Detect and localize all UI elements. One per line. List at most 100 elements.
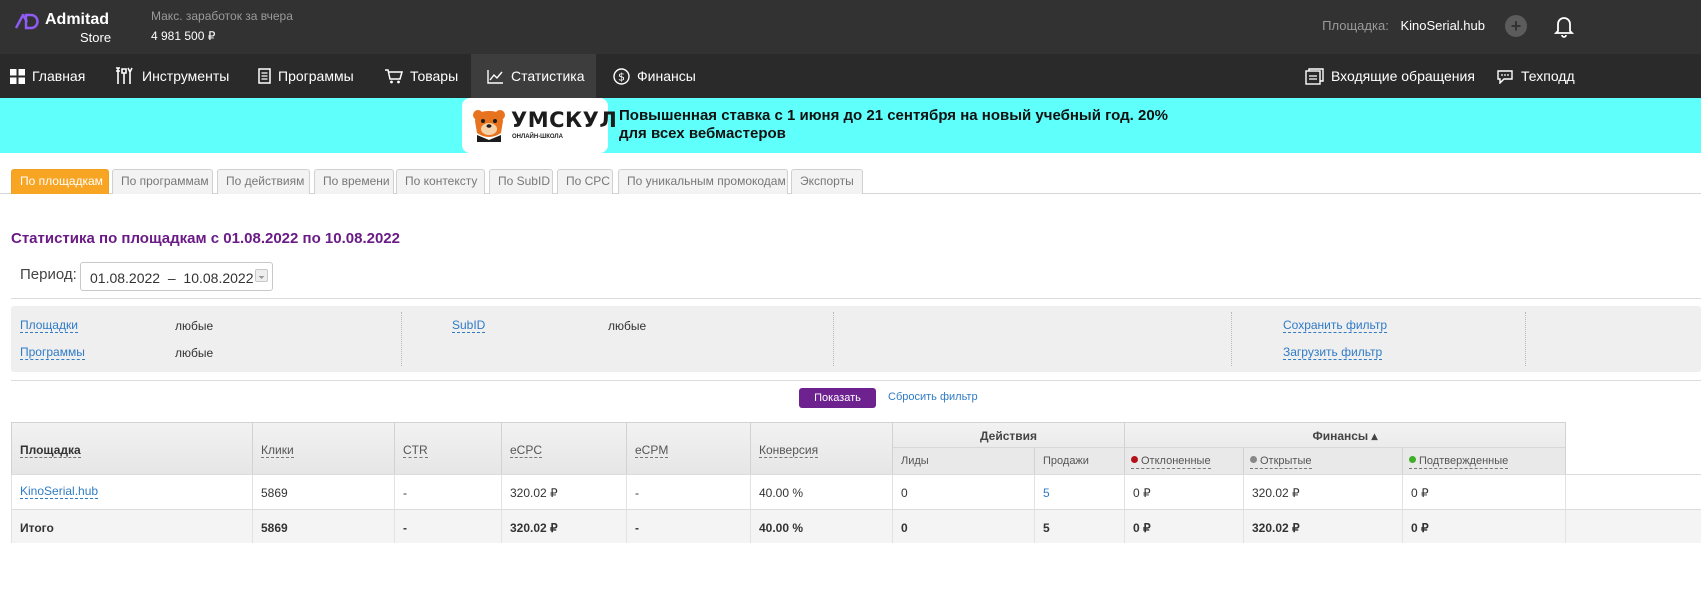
- bell-icon[interactable]: [1554, 14, 1574, 38]
- reset-filter-link[interactable]: Сбросить фильтр: [888, 391, 978, 403]
- cell-value: 40.00 %: [759, 521, 804, 535]
- admitad-logo[interactable]: Admitad Store: [14, 10, 124, 46]
- column-header-label: Продажи: [1043, 455, 1089, 467]
- column-header-conversion[interactable]: Конверсия: [751, 422, 893, 474]
- document-icon: [258, 68, 271, 84]
- cell-ctr: -: [395, 510, 502, 543]
- table-total-row: Итого 5869 - 320.02 ₽ - 40.00 % 0 5 0 ₽ 320.02 ₽ 0…: [11, 509, 1701, 543]
- banner-text: Повышенная ставка с 1 июня до 21 сентябр…: [619, 107, 1179, 143]
- top-bar: Admitad Store Макс. заработок за вчера 4…: [0, 0, 1701, 54]
- svg-text:$: $: [618, 70, 625, 83]
- cell-value: 320.02 ₽: [510, 486, 558, 500]
- tab-0[interactable]: По площадкам: [11, 169, 109, 194]
- stats-table: Площадка Клики CTR eCPC eCPM Конверсия Д…: [11, 422, 1701, 543]
- cell-conversion: 40.00 %: [751, 510, 893, 543]
- add-site-button[interactable]: +: [1505, 15, 1527, 37]
- cell-value: 320.02 ₽: [510, 521, 558, 535]
- column-group-finance[interactable]: Финансы ▴: [1125, 422, 1566, 448]
- nav-item-support[interactable]: Техподд: [1486, 54, 1585, 98]
- filter-sites-link[interactable]: Площадки: [20, 318, 78, 333]
- cell-ecpc: 320.02 ₽: [502, 510, 627, 543]
- cell-ecpc: 320.02 ₽: [502, 475, 627, 509]
- cell-clicks: 5869: [253, 475, 395, 509]
- site-value[interactable]: KinoSerial.hub: [1400, 18, 1485, 33]
- column-header-confirmed[interactable]: Подтвержденные: [1403, 448, 1566, 474]
- cell-value: 5: [1043, 521, 1050, 535]
- period-label: Период:: [20, 266, 77, 283]
- site-selector[interactable]: Площадка: KinoSerial.hub: [1322, 18, 1485, 33]
- status-dot-declined: [1131, 456, 1138, 463]
- save-filter-link[interactable]: Сохранить фильтр: [1283, 318, 1388, 333]
- promo-banner[interactable]: УМСКУЛ ОНЛАЙН-ШКОЛА Повышенная ставка с …: [0, 98, 1701, 153]
- column-header-ctr[interactable]: CTR: [395, 422, 502, 474]
- nav-item-programs[interactable]: Программы: [248, 54, 364, 98]
- cell-value: -: [635, 521, 639, 535]
- tools-icon: [116, 67, 133, 84]
- declined-label: Отклоненные: [1141, 455, 1211, 467]
- cell-sales: 5: [1035, 510, 1125, 543]
- column-header-declined[interactable]: Отклоненные: [1125, 448, 1244, 474]
- nav-item-products[interactable]: Товары: [374, 54, 468, 98]
- sales-link[interactable]: 5: [1043, 486, 1050, 500]
- cell-value: 0 ₽: [1411, 486, 1429, 500]
- load-filter-link[interactable]: Загрузить фильтр: [1283, 345, 1383, 360]
- stats-tabs: По площадкам По программам По действиям По …: [0, 169, 1701, 194]
- tab-5[interactable]: По SubID: [489, 169, 553, 194]
- site-label: Площадка:: [1322, 18, 1389, 33]
- tab-3[interactable]: По времени: [314, 169, 394, 194]
- cell-open: 320.02 ₽: [1244, 510, 1403, 543]
- filter-sites-value: любые: [175, 319, 214, 333]
- column-header-clicks[interactable]: Клики: [253, 422, 395, 474]
- show-button[interactable]: Показать: [799, 388, 876, 408]
- chevron-down-icon[interactable]: [255, 269, 268, 282]
- cell-value: 40.00 %: [759, 486, 804, 500]
- dollar-icon: $: [613, 67, 630, 85]
- nav-item-finance[interactable]: $ Финансы: [603, 54, 706, 98]
- cell-ecpm: -: [627, 475, 751, 509]
- cell-sales: 5: [1035, 475, 1125, 509]
- tab-8[interactable]: Экспорты: [791, 169, 863, 194]
- cell-confirmed: 0 ₽: [1403, 510, 1566, 543]
- cell-value: 0 ₽: [1133, 486, 1151, 500]
- cell-ctr: -: [395, 475, 502, 509]
- table-row: KinoSerial.hub 5869 - 320.02 ₽ - 40.00 % 0 5 0 ₽…: [11, 474, 1701, 509]
- filter-subid-link[interactable]: SubID: [452, 318, 486, 333]
- tab-1[interactable]: По программам: [112, 169, 213, 194]
- column-header-ecpm[interactable]: eCPM: [627, 422, 751, 474]
- nav-item-statistics[interactable]: Статистика: [471, 54, 596, 98]
- earnings-value: 4 981 500 ₽: [151, 29, 216, 43]
- nav-item-tools[interactable]: Инструменты: [105, 54, 239, 98]
- nav-item-home[interactable]: Главная: [0, 54, 95, 98]
- period-picker[interactable]: 01.08.2022 – 10.08.2022: [80, 262, 273, 291]
- column-header-label: Подтвержденные: [1409, 455, 1509, 469]
- nav-label: Статистика: [511, 68, 585, 84]
- column-header-open[interactable]: Открытые: [1244, 448, 1403, 474]
- cell-value: 320.02 ₽: [1252, 521, 1300, 535]
- grid-icon: [10, 68, 25, 84]
- tab-2[interactable]: По действиям: [217, 169, 310, 194]
- nav-item-inbox[interactable]: Входящие обращения: [1295, 54, 1485, 98]
- period-value: 01.08.2022 – 10.08.2022: [90, 270, 254, 286]
- tab-7[interactable]: По уникальным промокодам: [618, 169, 788, 194]
- tab-4[interactable]: По контексту: [396, 169, 485, 194]
- nav-label: Инструменты: [142, 68, 230, 84]
- filter-programs-link[interactable]: Программы: [20, 345, 85, 360]
- cell-value: 320.02 ₽: [1252, 486, 1300, 500]
- cell-leads: 0: [893, 475, 1035, 509]
- nav-label: Техподд: [1521, 68, 1575, 84]
- site-link[interactable]: KinoSerial.hub: [20, 484, 99, 499]
- status-dot-open: [1250, 456, 1257, 463]
- column-header-site[interactable]: Площадка: [11, 422, 253, 474]
- page-title: Статистика по площадкам с 01.08.2022 по …: [11, 230, 400, 247]
- column-header-label: Площадка: [20, 443, 81, 458]
- column-header-leads[interactable]: Лиды: [893, 448, 1035, 474]
- cell-confirmed: 0 ₽: [1403, 475, 1566, 509]
- filter-divider: [833, 312, 834, 366]
- column-header-sales[interactable]: Продажи: [1035, 448, 1125, 474]
- tab-6[interactable]: По CPC: [557, 169, 613, 194]
- cell-value: 0 ₽: [1411, 521, 1429, 535]
- cell-value: 5869: [261, 486, 288, 500]
- banner-line-2: для всех вебмастеров: [619, 125, 786, 142]
- column-header-ecpc[interactable]: eCPC: [502, 422, 627, 474]
- cell-value: -: [403, 521, 407, 535]
